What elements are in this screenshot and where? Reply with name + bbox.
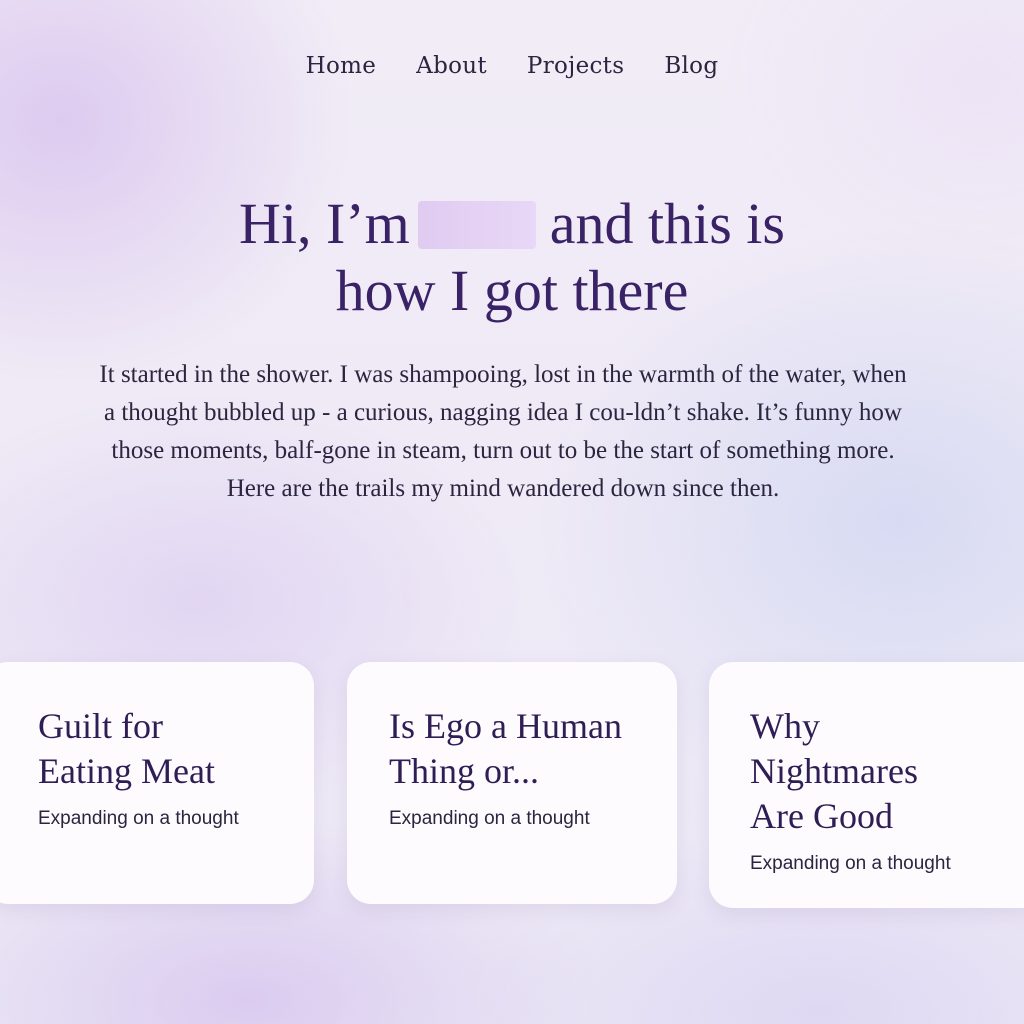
- card-subtitle: Expanding on a thought: [389, 808, 590, 829]
- card-title: Guilt for Eating Meat: [38, 706, 215, 791]
- name-redaction: [417, 201, 536, 249]
- post-card-why-nightmares-are-good[interactable]: Why Nightmares Are Good Expanding on a t…: [709, 662, 1024, 908]
- nav-home-link[interactable]: Home: [306, 48, 377, 84]
- card-title: Why Nightmares Are Good: [750, 706, 918, 836]
- card-subtitle: Expanding on a thought: [750, 853, 951, 874]
- post-card-is-ego-a-human-thing[interactable]: Is Ego a Human Thing or... Expanding on …: [347, 662, 677, 904]
- main-nav: Home About Projects Blog: [0, 48, 1024, 84]
- hero-title: Hi, I’m and this is how I got there: [0, 190, 1024, 324]
- hero-greeting: Hi, I’m: [239, 191, 410, 256]
- nav-blog-link[interactable]: Blog: [664, 48, 718, 84]
- card-title: Is Ego a Human Thing or...: [389, 706, 622, 791]
- post-card-guilt-for-eating-meat[interactable]: Guilt for Eating Meat Expanding on a tho…: [0, 662, 314, 904]
- nav-about-link[interactable]: About: [416, 48, 487, 84]
- hero-title-line-1: Hi, I’m and this is: [0, 190, 1024, 257]
- card-subtitle: Expanding on a thought: [38, 808, 239, 829]
- hero-title-continuation: and this is: [549, 191, 785, 256]
- nav-projects-link[interactable]: Projects: [527, 48, 624, 84]
- intro-paragraph: It started in the shower. I was shampooi…: [99, 361, 907, 502]
- hero-title-line-2: how I got there: [335, 258, 689, 323]
